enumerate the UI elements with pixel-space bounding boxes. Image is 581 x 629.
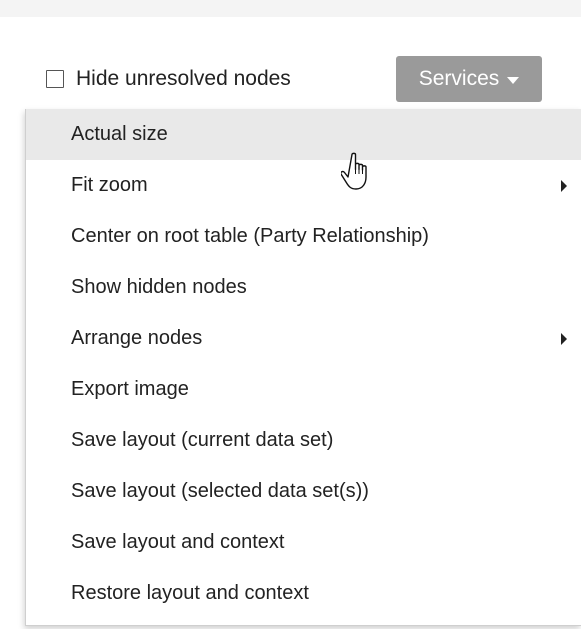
- menu-item-label: Arrange nodes: [71, 327, 203, 349]
- menu-item-label: Actual size: [71, 123, 168, 145]
- menu-item-center-on-root[interactable]: Center on root table (Party Relationship…: [26, 211, 581, 262]
- menu-item-label: Restore layout and context: [71, 582, 309, 604]
- services-dropdown-button[interactable]: Services: [396, 56, 542, 102]
- menu-item-save-layout-current[interactable]: Save layout (current data set): [26, 415, 581, 466]
- menu-item-label: Save layout (current data set): [71, 429, 334, 451]
- menu-item-actual-size[interactable]: Actual size: [26, 109, 581, 160]
- caret-right-icon: [561, 332, 567, 345]
- caret-down-icon: [507, 76, 520, 84]
- caret-right-icon: [561, 179, 567, 192]
- menu-item-label: Show hidden nodes: [71, 276, 247, 298]
- menu-item-save-layout-context[interactable]: Save layout and context: [26, 517, 581, 568]
- menu-item-label: Center on root table (Party Relationship…: [71, 225, 429, 247]
- menu-item-export-image[interactable]: Export image: [26, 364, 581, 415]
- menu-item-label: Save layout (selected data set(s)): [71, 480, 369, 502]
- menu-item-restore-layout-context[interactable]: Restore layout and context: [26, 568, 581, 619]
- menu-item-fit-zoom[interactable]: Fit zoom: [26, 160, 581, 211]
- top-strip: [0, 0, 581, 17]
- menu-item-label: Save layout and context: [71, 531, 285, 553]
- hide-unresolved-toggle[interactable]: Hide unresolved nodes: [46, 67, 291, 91]
- services-button-label: Services: [418, 67, 500, 90]
- menu-item-label: Export image: [71, 378, 189, 400]
- menu-item-show-hidden-nodes[interactable]: Show hidden nodes: [26, 262, 581, 313]
- toolbar: Hide unresolved nodes Services: [46, 56, 542, 102]
- menu-item-save-layout-selected[interactable]: Save layout (selected data set(s)): [26, 466, 581, 517]
- hide-unresolved-label: Hide unresolved nodes: [76, 67, 291, 90]
- menu-item-arrange-nodes[interactable]: Arrange nodes: [26, 313, 581, 364]
- services-menu: Actual size Fit zoom Center on root tabl…: [25, 109, 581, 626]
- hide-unresolved-checkbox[interactable]: [46, 70, 64, 88]
- menu-item-label: Fit zoom: [71, 174, 148, 196]
- hand-pointer-icon: [341, 152, 367, 190]
